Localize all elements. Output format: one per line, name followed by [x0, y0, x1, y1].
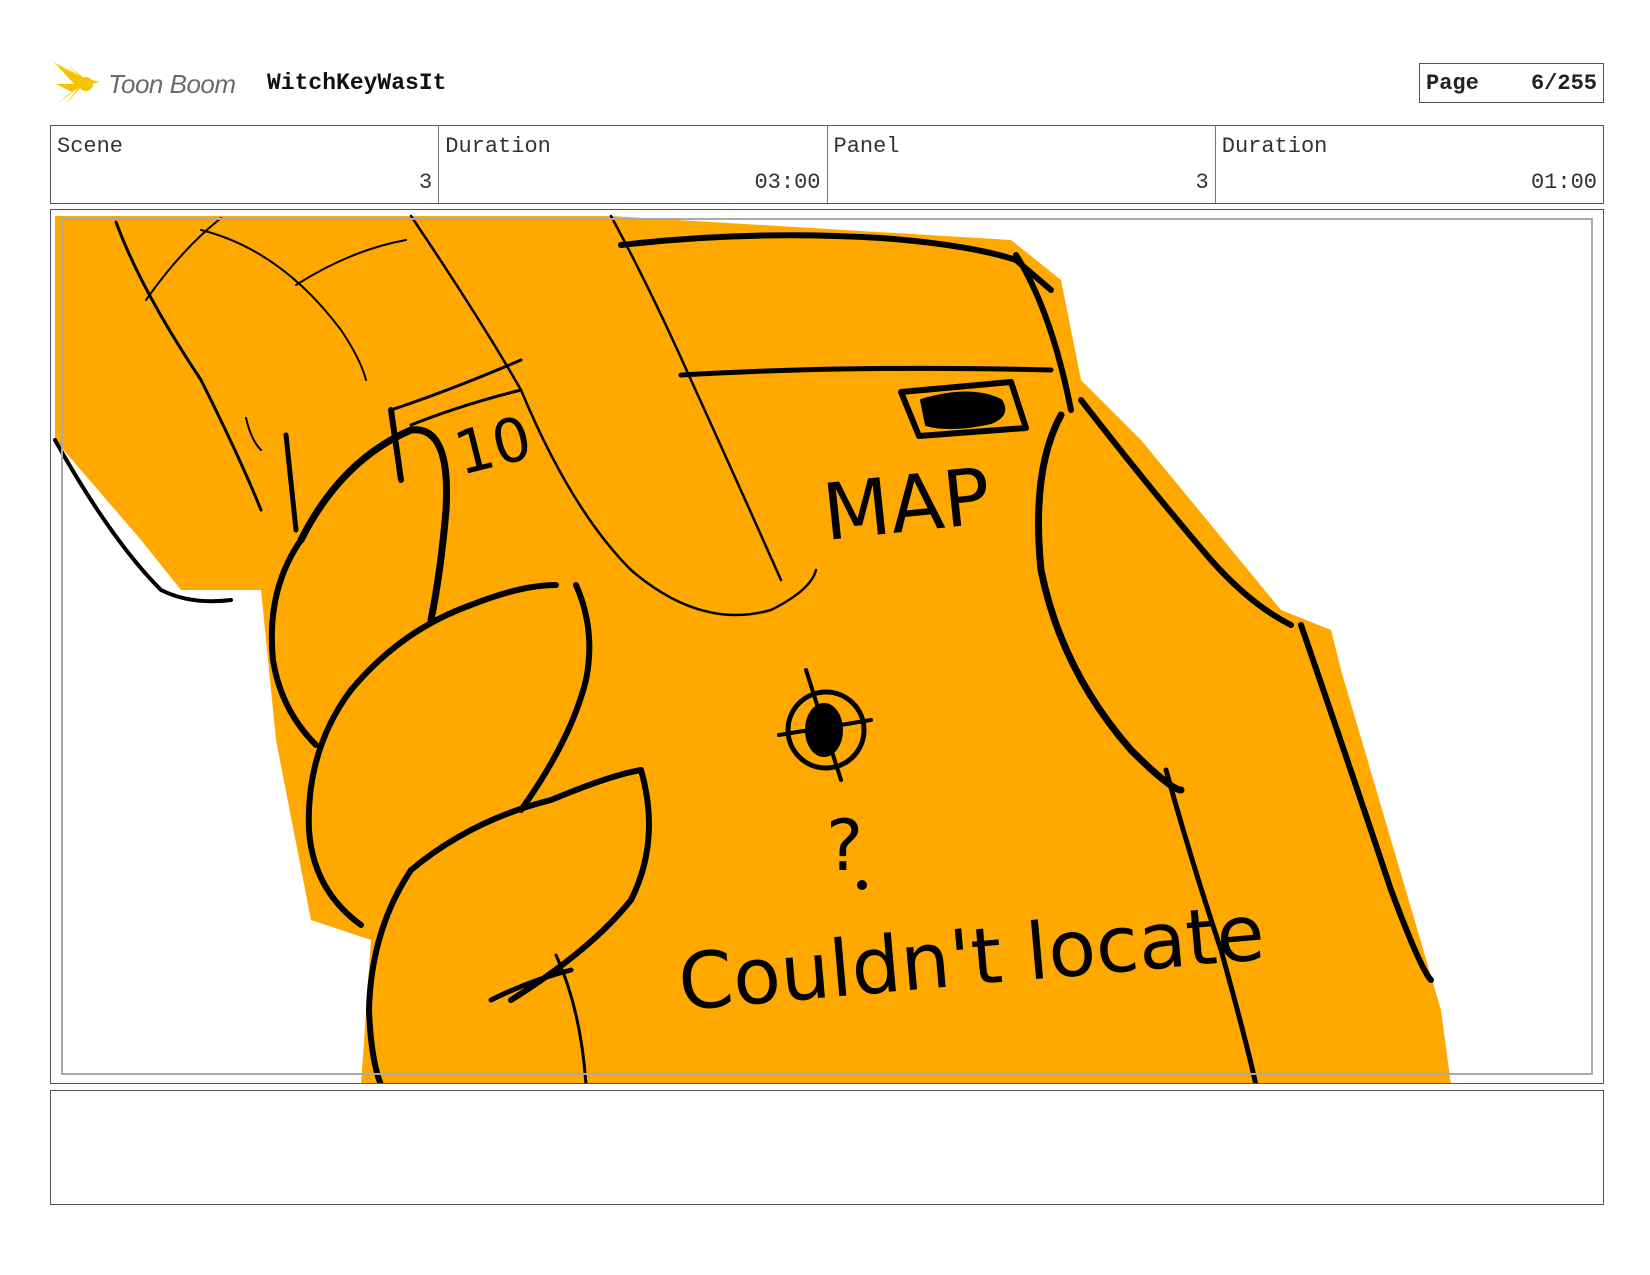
page-value: 6/255 — [1530, 70, 1597, 96]
logo-text: Toon Boom — [108, 68, 236, 99]
panel-duration-cell: Duration 01:00 — [1216, 126, 1603, 203]
page-counter: Page 6/255 — [1419, 63, 1604, 103]
toon-boom-logo: Toon Boom — [52, 60, 236, 108]
project-title: WitchKeyWasIt — [267, 70, 447, 96]
sketch-text-question: ? — [826, 805, 863, 887]
storyboard-header: Toon Boom WitchKeyWasIt Page 6/255 — [52, 56, 1604, 112]
panel-duration-value: 01:00 — [1530, 170, 1597, 195]
panel-cell: Panel 3 — [828, 126, 1216, 203]
scene-duration-cell: Duration 03:00 — [439, 126, 828, 203]
scene-value: 3 — [419, 170, 433, 195]
sketch-text-map: MAP — [819, 452, 995, 559]
starburst-icon — [54, 62, 100, 106]
scene-cell: Scene 3 — [51, 126, 440, 203]
scene-duration-label: Duration — [445, 134, 551, 159]
scene-label: Scene — [57, 134, 124, 159]
storyboard-panel: 10 MAP ? Couldn't locate — [50, 209, 1604, 1084]
scene-duration-value: 03:00 — [754, 170, 821, 195]
page-label: Page — [1426, 70, 1479, 96]
panel-sketch: 10 MAP ? Couldn't locate — [53, 214, 1451, 1083]
panel-label: Panel — [833, 134, 900, 159]
panel-info-row: Scene 3 Duration 03:00 Panel 3 Duration … — [50, 125, 1604, 204]
panel-notes[interactable] — [50, 1090, 1604, 1205]
panel-duration-label: Duration — [1221, 134, 1328, 159]
panel-value: 3 — [1195, 170, 1209, 195]
